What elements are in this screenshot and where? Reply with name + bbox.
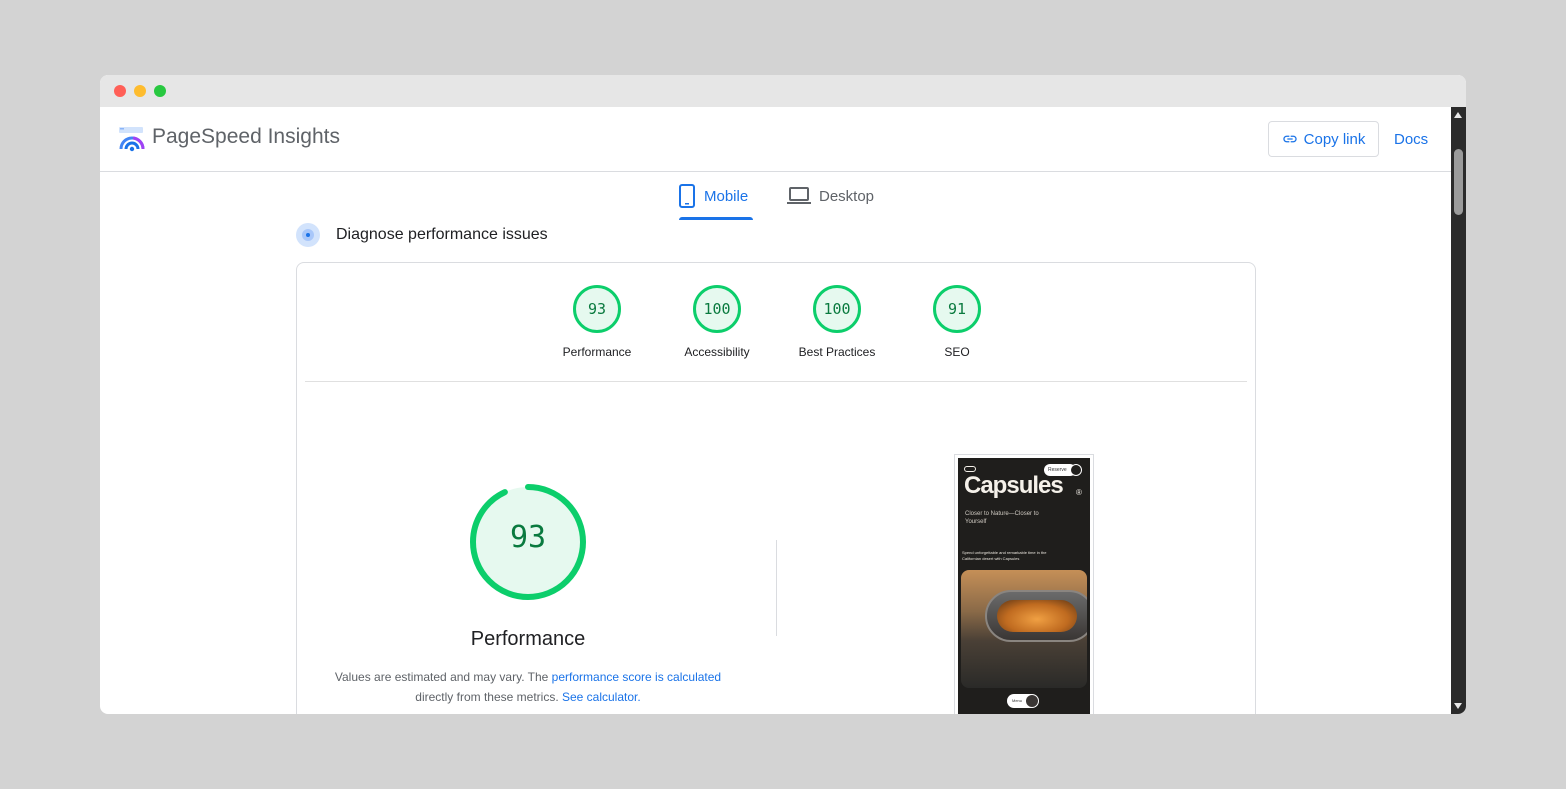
score-ring: 93 bbox=[573, 285, 621, 333]
note-text: Values are estimated and may vary. The bbox=[334, 670, 552, 684]
arrow-icon bbox=[1070, 464, 1082, 476]
diagnose-title: Diagnose performance issues bbox=[336, 226, 548, 243]
window-titlebar bbox=[100, 75, 1466, 107]
app-header: PageSpeed Insights Copy link Docs bbox=[100, 107, 1451, 172]
screenshot-content: Reserve Capsules ® Closer to Nature—Clos… bbox=[958, 458, 1090, 714]
performance-note: Values are estimated and may vary. The p… bbox=[322, 667, 734, 707]
gauge-accessibility[interactable]: 100 Accessibility bbox=[667, 285, 767, 359]
maximize-window-button[interactable] bbox=[154, 85, 166, 97]
laptop-icon bbox=[787, 187, 811, 204]
note-text-2: directly from these metrics. bbox=[415, 690, 562, 704]
diagnose-section-header: Diagnose performance issues bbox=[296, 222, 548, 248]
score-ring: 100 bbox=[693, 285, 741, 333]
gauge-label: Best Practices bbox=[798, 345, 876, 359]
scroll-up-icon[interactable] bbox=[1454, 112, 1462, 118]
gauge-seo[interactable]: 91 SEO bbox=[907, 285, 1007, 359]
copy-link-label: Copy link bbox=[1303, 130, 1366, 148]
gauge-label: SEO bbox=[944, 345, 970, 359]
minimize-window-button[interactable] bbox=[134, 85, 146, 97]
scroll-down-icon[interactable] bbox=[1454, 703, 1462, 709]
see-calculator-link[interactable]: See calculator. bbox=[562, 690, 641, 704]
close-window-button[interactable] bbox=[114, 85, 126, 97]
gauge-label: Accessibility bbox=[684, 345, 750, 359]
section-divider bbox=[305, 381, 1247, 382]
capsule-window bbox=[997, 600, 1077, 632]
screenshot-tagline: Closer to Nature—Closer to Yourself bbox=[965, 511, 1039, 525]
page-screenshot: Reserve Capsules ® Closer to Nature—Clos… bbox=[954, 454, 1094, 714]
copy-link-button[interactable]: Copy link bbox=[1268, 121, 1379, 157]
diagnose-icon bbox=[296, 223, 320, 247]
link-icon bbox=[1282, 135, 1297, 143]
report-card: 93 Performance 100 Accessibility 100 Bes… bbox=[296, 262, 1256, 714]
gauge-label: Performance bbox=[562, 345, 632, 359]
performance-score-calculated-link[interactable]: performance score is calculated bbox=[552, 670, 721, 684]
toggle-knob bbox=[1026, 695, 1038, 707]
tab-desktop-label: Desktop bbox=[819, 187, 875, 205]
vertical-scrollbar[interactable] bbox=[1451, 107, 1466, 714]
gauge-performance[interactable]: 93 Performance bbox=[547, 285, 647, 359]
vertical-divider bbox=[776, 540, 777, 636]
score-ring: 91 bbox=[933, 285, 981, 333]
performance-score-value: 93 bbox=[509, 520, 547, 555]
pagespeed-logo-icon[interactable] bbox=[118, 125, 146, 153]
performance-score-label: Performance bbox=[470, 628, 586, 650]
tab-desktop[interactable]: Desktop bbox=[787, 172, 877, 220]
app-title: PageSpeed Insights bbox=[152, 125, 340, 148]
menu-toggle-label: Menu bbox=[1012, 698, 1023, 703]
gauge-best-practices[interactable]: 100 Best Practices bbox=[787, 285, 887, 359]
capsule-photo bbox=[961, 570, 1087, 688]
registered-mark: ® bbox=[1076, 488, 1082, 497]
tab-mobile-label: Mobile bbox=[704, 187, 749, 205]
docs-link[interactable]: Docs bbox=[1394, 131, 1428, 148]
capsule-shape bbox=[985, 590, 1087, 642]
tab-mobile[interactable]: Mobile bbox=[678, 172, 753, 220]
score-ring: 100 bbox=[813, 285, 861, 333]
score-gauges: 93 Performance 100 Accessibility 100 Bes… bbox=[547, 285, 1007, 365]
mobile-phone-icon bbox=[679, 184, 695, 208]
screenshot-subtitle: Spend unforgettable and remarkable time … bbox=[962, 550, 1047, 561]
browser-window: PageSpeed Insights Copy link Docs Mobile… bbox=[100, 75, 1466, 714]
screenshot-brand: Capsules bbox=[964, 472, 1064, 499]
scroll-thumb[interactable] bbox=[1454, 149, 1463, 215]
